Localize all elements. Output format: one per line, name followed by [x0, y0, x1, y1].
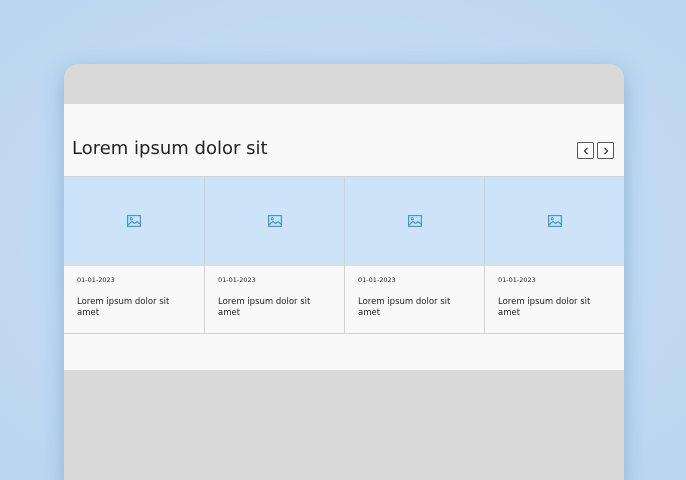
card-title: Lorem ipsum dolor sit amet — [358, 297, 451, 318]
card-image-placeholder — [345, 177, 484, 266]
card[interactable]: 01-01-2023 Lorem ipsum dolor sit amet — [64, 177, 204, 333]
carousel-section: Lorem ipsum dolor sit 01-01-2023 Lorem i… — [64, 104, 624, 370]
carousel-nav — [577, 142, 614, 159]
browser-frame: Lorem ipsum dolor sit 01-01-2023 Lorem i… — [64, 64, 624, 480]
card[interactable]: 01-01-2023 Lorem ipsum dolor sit amet — [344, 177, 484, 333]
card-title: Lorem ipsum dolor sit amet — [218, 297, 311, 318]
card-image-placeholder — [205, 177, 344, 266]
card[interactable]: 01-01-2023 Lorem ipsum dolor sit amet — [204, 177, 344, 333]
chevron-right-icon — [602, 147, 610, 155]
card-title: Lorem ipsum dolor sit amet — [498, 297, 591, 318]
card-date: 01-01-2023 — [358, 276, 396, 284]
card-date: 01-01-2023 — [498, 276, 536, 284]
image-icon — [407, 212, 422, 231]
next-button[interactable] — [597, 142, 614, 159]
section-title: Lorem ipsum dolor sit — [72, 138, 268, 159]
card[interactable]: 01-01-2023 Lorem ipsum dolor sit amet — [484, 177, 624, 333]
chevron-left-icon — [582, 147, 590, 155]
card-image-placeholder — [64, 177, 204, 266]
card-title: Lorem ipsum dolor sit amet — [77, 297, 170, 318]
card-image-placeholder — [485, 177, 624, 266]
prev-button[interactable] — [577, 142, 594, 159]
image-icon — [127, 212, 141, 231]
card-date: 01-01-2023 — [218, 276, 256, 284]
page-background: Lorem ipsum dolor sit 01-01-2023 Lorem i… — [0, 0, 686, 480]
image-icon — [267, 212, 282, 231]
card-list: 01-01-2023 Lorem ipsum dolor sit amet 01… — [64, 176, 624, 334]
card-date: 01-01-2023 — [77, 276, 115, 284]
image-icon — [547, 212, 562, 231]
